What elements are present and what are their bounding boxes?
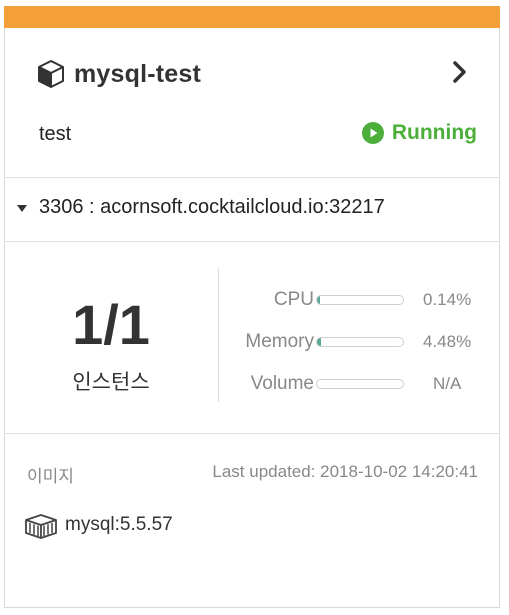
status-label: Running [391, 121, 477, 144]
last-updated-text: Last updated: 2018-10-02 14:20:41 [212, 462, 478, 481]
title-row: mysql-test [36, 59, 201, 89]
accent-bar [4, 6, 500, 28]
endpoint-row[interactable]: 3306 : acornsoft.cocktailcloud.io:32217 [5, 178, 499, 242]
card-header: mysql-test test Running [5, 29, 499, 178]
container-icon [25, 514, 57, 539]
image-name: mysql:5.5.57 [65, 514, 173, 535]
status-badge: Running [361, 121, 477, 145]
instance-count: 1/1 [72, 293, 150, 356]
metric-bar [316, 379, 404, 389]
metrics-section: 1/1 인스턴스 CPU 0.14% Memory 4.48% Volume N… [5, 242, 499, 434]
metric-row-volume: Volume N/A [219, 371, 499, 397]
play-circle-icon [361, 122, 384, 144]
card-footer: 이미지 Last updated: 2018-10-02 14:20:41 my… [5, 434, 499, 608]
metric-row-memory: Memory 4.48% [219, 329, 499, 355]
metric-label: Memory [245, 331, 314, 352]
metric-bar [316, 337, 404, 347]
instance-count-label: 인스턴스 [72, 371, 150, 394]
metric-value: 4.48% [423, 332, 472, 351]
metric-bar-fill [317, 296, 321, 304]
metric-bar [316, 295, 404, 305]
endpoint-text: 3306 : acornsoft.cocktailcloud.io:32217 [39, 196, 385, 218]
metric-row-cpu: CPU 0.14% [219, 287, 499, 313]
metric-value: N/A [433, 374, 462, 393]
caret-down-icon[interactable] [17, 205, 27, 212]
chevron-right-icon[interactable] [448, 57, 472, 87]
deployment-card: mysql-test test Running 3306 : acornsoft… [4, 6, 500, 608]
image-section-label: 이미지 [27, 467, 74, 486]
metric-bar-fill [317, 338, 321, 346]
cube-icon [38, 60, 64, 88]
metric-label: Volume [250, 373, 314, 394]
namespace-label: test [39, 123, 72, 145]
metric-value: 0.14% [423, 290, 472, 309]
image-row: mysql:5.5.57 [23, 511, 173, 539]
metric-label: CPU [273, 289, 314, 310]
app-title: mysql-test [74, 59, 202, 88]
